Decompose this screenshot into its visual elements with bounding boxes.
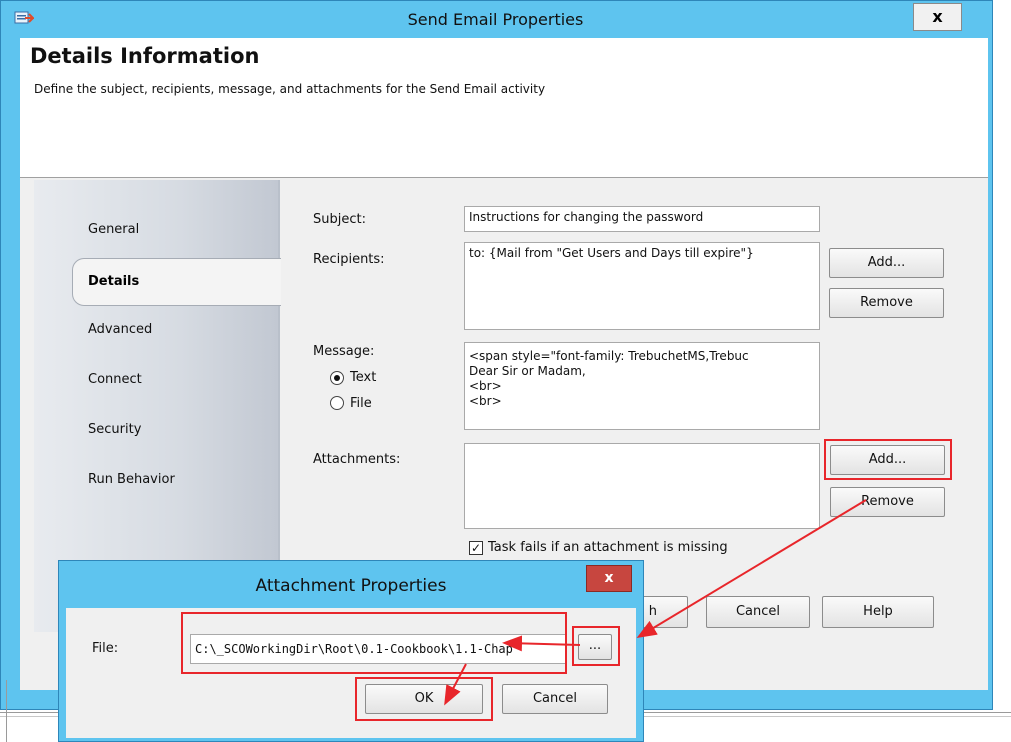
- arrow-browse-to-file: [502, 635, 581, 652]
- arrow-file-to-ok: [444, 663, 467, 706]
- annotation-arrows: [444, 499, 867, 706]
- arrow-add-to-browse: [636, 499, 867, 639]
